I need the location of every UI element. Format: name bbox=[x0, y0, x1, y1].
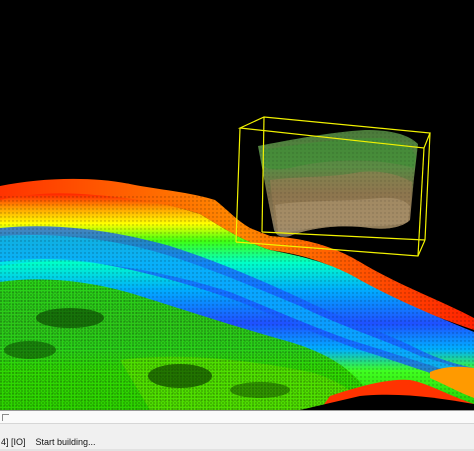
3d-viewport[interactable] bbox=[0, 0, 474, 410]
point-cloud-viewer: 4] [IO] Start building... bbox=[0, 0, 474, 451]
panel-grip-icon[interactable] bbox=[2, 414, 9, 421]
console-titlebar[interactable] bbox=[0, 411, 474, 424]
log-tag: 4] [IO] bbox=[1, 436, 26, 447]
console-panel: 4] [IO] Start building... bbox=[0, 410, 474, 451]
log-message: Start building... bbox=[35, 436, 96, 447]
3d-render bbox=[0, 116, 474, 410]
log-entry: 4] [IO] Start building... bbox=[0, 434, 474, 449]
